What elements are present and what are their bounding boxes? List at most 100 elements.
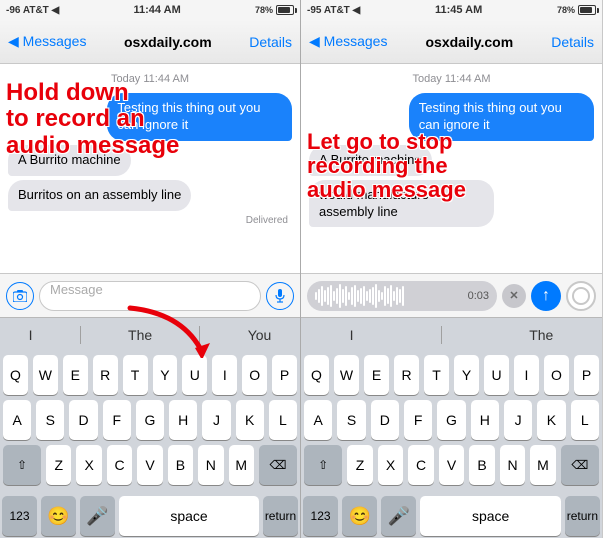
- key-o[interactable]: O: [242, 355, 267, 395]
- keyboard-1: Q W E R T Y U I O P A S D F G H J K L: [0, 351, 300, 494]
- details-button-2[interactable]: Details: [551, 34, 594, 50]
- key-d-2[interactable]: D: [371, 400, 399, 440]
- key-g-2[interactable]: G: [437, 400, 465, 440]
- key-w-2[interactable]: W: [334, 355, 359, 395]
- key-o-2[interactable]: O: [544, 355, 569, 395]
- key-f-2[interactable]: F: [404, 400, 432, 440]
- key-k-2[interactable]: K: [537, 400, 565, 440]
- key-a[interactable]: A: [3, 400, 31, 440]
- key-x-2[interactable]: X: [378, 445, 404, 485]
- status-left-2: -95 AT&T ◀: [307, 5, 360, 16]
- back-button-2[interactable]: ◀ Messages: [309, 33, 387, 50]
- status-right-2: 78%: [557, 5, 596, 15]
- key-j[interactable]: J: [202, 400, 230, 440]
- key-row-z-2: ⇧ Z X C V B N M ⌫: [304, 445, 599, 485]
- key-return-1[interactable]: return: [263, 496, 298, 536]
- key-k[interactable]: K: [236, 400, 264, 440]
- key-mic-2[interactable]: 🎤: [381, 496, 416, 536]
- key-y-2[interactable]: Y: [454, 355, 479, 395]
- key-g[interactable]: G: [136, 400, 164, 440]
- key-r-2[interactable]: R: [394, 355, 419, 395]
- autocorrect-you-1[interactable]: You: [238, 327, 282, 343]
- key-f[interactable]: F: [103, 400, 131, 440]
- cancel-audio-button[interactable]: ✕: [502, 284, 526, 308]
- key-p-2[interactable]: P: [574, 355, 599, 395]
- key-i-2[interactable]: I: [514, 355, 539, 395]
- key-l[interactable]: L: [269, 400, 297, 440]
- autocorrect-bar-2: I The: [301, 317, 602, 351]
- key-a-2[interactable]: A: [304, 400, 332, 440]
- key-z-2[interactable]: Z: [347, 445, 373, 485]
- details-button-1[interactable]: Details: [249, 34, 292, 50]
- key-row-a-2: A S D F G H J K L: [304, 400, 599, 440]
- audio-input-area-2: 0:03 ✕ ↑: [301, 273, 602, 317]
- overlay-text-1: Hold downto record anaudio message: [6, 80, 179, 159]
- key-x[interactable]: X: [76, 445, 101, 485]
- key-d[interactable]: D: [69, 400, 97, 440]
- bubble-received-2: Burritos on an assembly line: [8, 180, 191, 211]
- autocorrect-i-2[interactable]: I: [340, 327, 364, 343]
- phone-2: -95 AT&T ◀ 11:45 AM 78% ◀ Messages osxda…: [301, 0, 602, 538]
- autocorrect-the-2[interactable]: The: [519, 327, 563, 343]
- camera-button-1[interactable]: [6, 282, 34, 310]
- key-c[interactable]: C: [107, 445, 132, 485]
- key-row-a: A S D F G H J K L: [3, 400, 297, 440]
- nav-bar-2: ◀ Messages osxdaily.com Details: [301, 20, 602, 64]
- key-l-2[interactable]: L: [571, 400, 599, 440]
- key-n[interactable]: N: [198, 445, 223, 485]
- phone-1: -96 AT&T ◀ 11:44 AM 78% ◀ Messages osxda…: [0, 0, 301, 538]
- key-shift[interactable]: ⇧: [3, 445, 41, 485]
- key-u-2[interactable]: U: [484, 355, 509, 395]
- key-p[interactable]: P: [272, 355, 297, 395]
- bottom-bar-2: 123 😊 🎤 space return: [301, 494, 602, 538]
- key-j-2[interactable]: J: [504, 400, 532, 440]
- key-c-2[interactable]: C: [408, 445, 434, 485]
- key-e-2[interactable]: E: [364, 355, 389, 395]
- key-q[interactable]: Q: [3, 355, 28, 395]
- key-shift-2[interactable]: ⇧: [304, 445, 342, 485]
- key-row-z: ⇧ Z X C V B N M ⌫: [3, 445, 297, 485]
- bottom-bar-1: 123 😊 🎤 space return: [0, 494, 300, 538]
- key-m[interactable]: M: [229, 445, 254, 485]
- key-i[interactable]: I: [212, 355, 237, 395]
- key-return-2[interactable]: return: [565, 496, 600, 536]
- keyboard-2: Q W E R T Y U I O P A S D F G H J K L: [301, 351, 602, 494]
- key-mic-1[interactable]: 🎤: [80, 496, 115, 536]
- date-label-2: Today 11:44 AM: [309, 73, 594, 85]
- key-n-2[interactable]: N: [500, 445, 526, 485]
- key-q-2[interactable]: Q: [304, 355, 329, 395]
- key-b[interactable]: B: [168, 445, 193, 485]
- key-s-2[interactable]: S: [337, 400, 365, 440]
- key-delete-2[interactable]: ⌫: [561, 445, 599, 485]
- battery-icon-1: [276, 5, 294, 15]
- mic-button-1[interactable]: [266, 282, 294, 310]
- key-h-2[interactable]: H: [471, 400, 499, 440]
- autocorrect-i-1[interactable]: I: [19, 327, 43, 343]
- key-delete[interactable]: ⌫: [259, 445, 297, 485]
- key-v[interactable]: V: [137, 445, 162, 485]
- key-emoji-2[interactable]: 😊: [342, 496, 377, 536]
- status-time-2: 11:45 AM: [435, 4, 482, 16]
- key-t-2[interactable]: T: [424, 355, 449, 395]
- key-m-2[interactable]: M: [530, 445, 556, 485]
- key-numbers-2[interactable]: 123: [303, 496, 338, 536]
- key-b-2[interactable]: B: [469, 445, 495, 485]
- key-v-2[interactable]: V: [439, 445, 465, 485]
- nav-title-2: osxdaily.com: [426, 34, 514, 50]
- key-r[interactable]: R: [93, 355, 118, 395]
- main-container: -96 AT&T ◀ 11:44 AM 78% ◀ Messages osxda…: [0, 0, 603, 538]
- key-space-1[interactable]: space: [119, 496, 259, 536]
- key-numbers-1[interactable]: 123: [2, 496, 37, 536]
- key-space-2[interactable]: space: [420, 496, 561, 536]
- key-h[interactable]: H: [169, 400, 197, 440]
- status-right-1: 78%: [255, 5, 294, 15]
- send-audio-button[interactable]: ↑: [531, 281, 561, 311]
- key-e[interactable]: E: [63, 355, 88, 395]
- key-z[interactable]: Z: [46, 445, 71, 485]
- key-s[interactable]: S: [36, 400, 64, 440]
- key-emoji-1[interactable]: 😊: [41, 496, 76, 536]
- delivered-label: Delivered: [8, 215, 288, 226]
- key-w[interactable]: W: [33, 355, 58, 395]
- record-button[interactable]: [566, 281, 596, 311]
- back-button-1[interactable]: ◀ Messages: [8, 33, 86, 50]
